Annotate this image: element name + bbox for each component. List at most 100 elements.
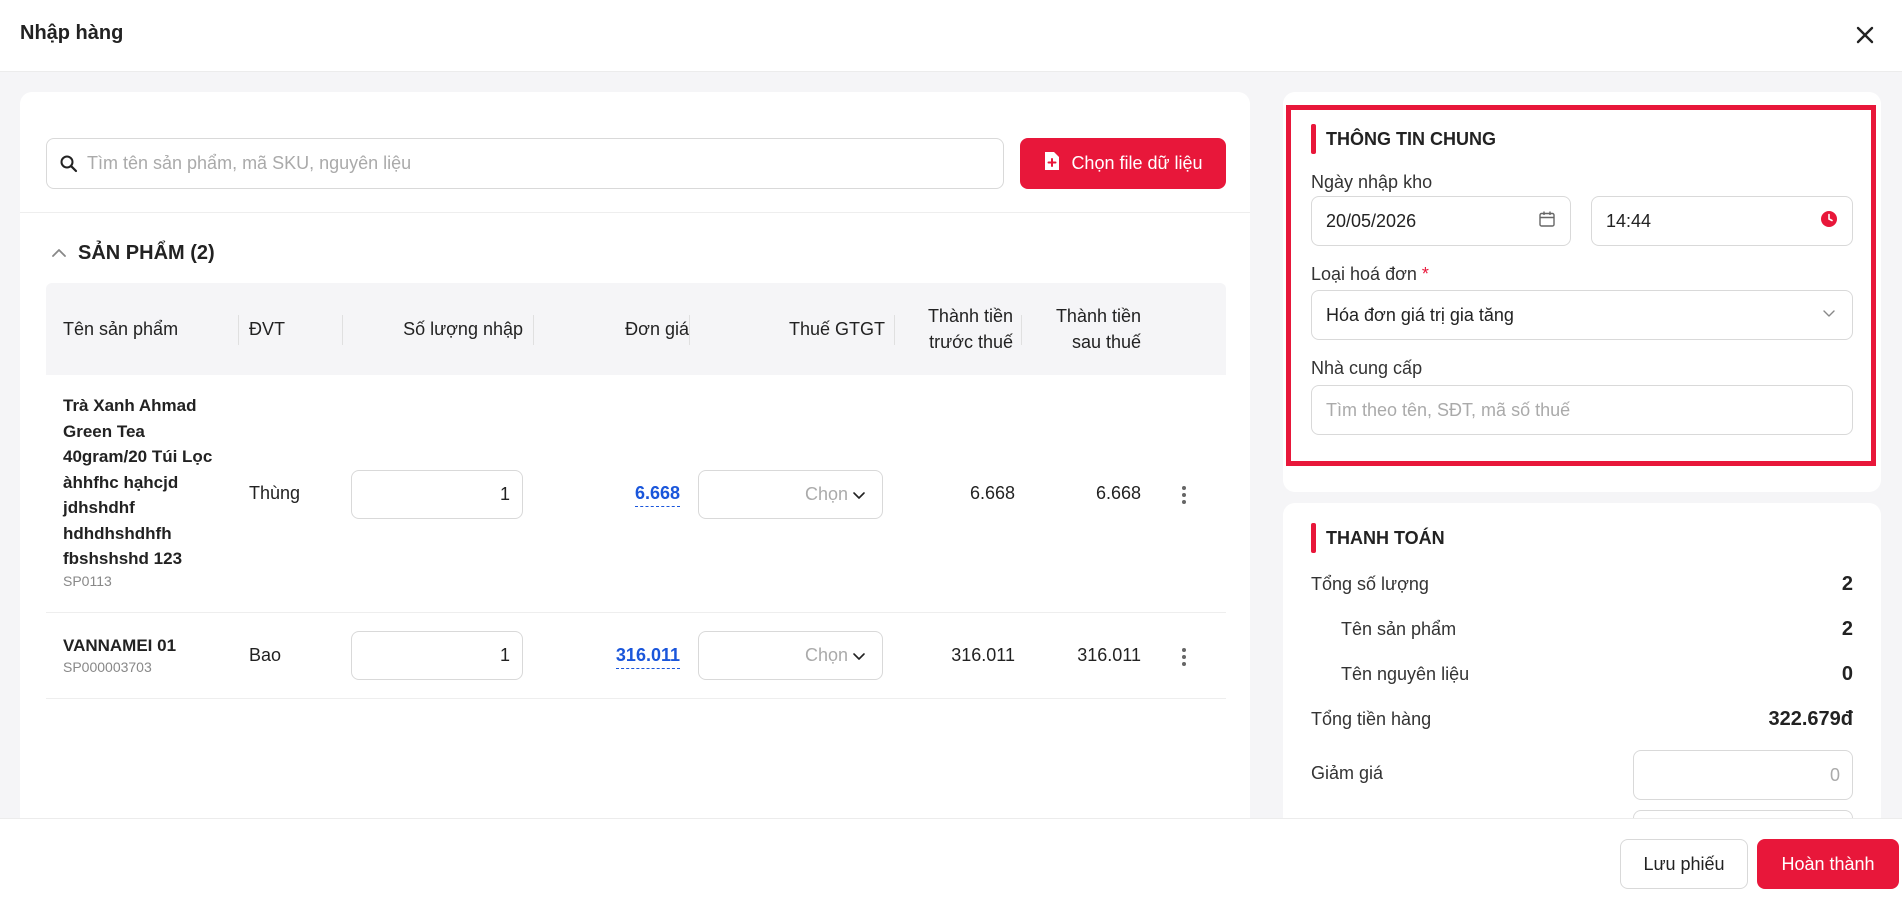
products-panel: Chọn file dữ liệu SẢN PHẨM (2) Tên sản p… [20, 92, 1250, 818]
accent-bar [1311, 124, 1316, 154]
amount-post-tax: 6.668 [1095, 483, 1141, 503]
chevron-down-icon [852, 484, 866, 505]
next-field[interactable] [1633, 810, 1853, 818]
col-header-name: Tên sản phẩm [63, 319, 179, 339]
tax-select[interactable]: Chọn [698, 631, 883, 680]
choose-file-button[interactable]: Chọn file dữ liệu [1020, 138, 1226, 189]
product-count-row: Tên sản phẩm 2 [1341, 618, 1853, 641]
chevron-down-icon [852, 645, 866, 666]
supplier-label: Nhà cung cấp [1311, 358, 1423, 378]
save-draft-button[interactable]: Lưu phiếu [1620, 839, 1748, 889]
col-header-pre-tax: Thành tiền trước thuế [896, 283, 1013, 375]
amount-pre-tax: 6.668 [969, 483, 1015, 503]
total-amount-value: 322.679đ [1768, 708, 1853, 730]
material-count-value: 0 [1841, 663, 1853, 685]
complete-button[interactable]: Hoàn thành [1757, 839, 1899, 889]
search-icon [59, 154, 79, 174]
total-amount-row: Tổng tiền hàng 322.679đ [1311, 708, 1853, 731]
product-name: Trà Xanh Ahmad Green Tea 40gram/20 Túi L… [63, 396, 213, 568]
more-vertical-icon[interactable] [1181, 485, 1187, 505]
tax-select-value: Chọn [804, 645, 848, 665]
product-count-label: Tên sản phẩm [1341, 619, 1457, 639]
post-tax-line2: sau thuế [1071, 332, 1141, 352]
general-info-card: THÔNG TIN CHUNG Ngày nhập kho 20/05/2026… [1283, 92, 1881, 492]
col-header-qty: Số lượng nhập [403, 319, 523, 339]
col-separator [238, 315, 239, 345]
invoice-type-label-text: Loại hoá đơn [1311, 264, 1417, 284]
payment-title: THANH TOÁN [1326, 527, 1445, 548]
total-qty-value: 2 [1841, 573, 1853, 595]
total-amount-label: Tổng tiền hàng [1311, 709, 1432, 729]
search-input[interactable] [87, 139, 987, 188]
table-row: VANNAMEI 01 SP000003703 Bao 1 316.011 Ch… [46, 613, 1226, 699]
invoice-type-value: Hóa đơn giá trị gia tăng [1326, 304, 1514, 325]
col-separator [342, 315, 343, 345]
clock-icon [1820, 210, 1838, 233]
col-header-post-tax: Thành tiền sau thuế [1024, 283, 1141, 375]
chevron-down-icon [1820, 304, 1838, 327]
modal-content: Chọn file dữ liệu SẢN PHẨM (2) Tên sản p… [0, 72, 1902, 818]
tax-select-value: Chọn [804, 484, 848, 504]
col-header-unit: ĐVT [249, 319, 285, 339]
date-label: Ngày nhập kho [1311, 172, 1433, 192]
col-separator [894, 315, 895, 345]
qty-input[interactable]: 1 [351, 631, 523, 680]
table-row: Trà Xanh Ahmad Green Tea 40gram/20 Túi L… [46, 375, 1226, 613]
general-info-heading: THÔNG TIN CHUNG [1311, 124, 1496, 154]
accent-bar [1311, 523, 1316, 553]
calendar-icon [1538, 210, 1556, 233]
qty-input[interactable]: 1 [351, 470, 523, 519]
time-picker[interactable]: 14:44 [1591, 196, 1853, 246]
file-plus-icon [1043, 151, 1061, 176]
page-title: Nhập hàng [20, 22, 124, 44]
general-info-title: THÔNG TIN CHUNG [1326, 128, 1496, 149]
product-unit: Thùng [249, 483, 301, 503]
col-header-price: Đơn giá [625, 319, 689, 339]
products-section-title: SẢN PHẨM (2) [78, 242, 215, 264]
col-header-tax: Thuế GTGT [788, 319, 885, 339]
invoice-type-label: Loại hoá đơn * [1311, 264, 1429, 285]
unit-price[interactable]: 316.011 [615, 645, 680, 669]
material-count-row: Tên nguyên liệu 0 [1341, 663, 1853, 686]
amount-post-tax: 316.011 [1077, 645, 1141, 665]
supplier-input[interactable]: Tìm theo tên, SĐT, mã số thuế [1311, 385, 1853, 435]
discount-input[interactable]: 0 [1633, 750, 1853, 800]
date-value: 20/05/2026 [1326, 210, 1417, 231]
pre-tax-line1: Thành tiền [927, 306, 1013, 326]
col-separator [689, 315, 690, 345]
chevron-up-icon [50, 242, 68, 265]
divider [20, 212, 1250, 213]
col-separator [1021, 315, 1022, 345]
unit-price[interactable]: 6.668 [634, 483, 680, 507]
col-separator [533, 315, 534, 345]
modal-footer: Lưu phiếu Hoàn thành [0, 818, 1902, 902]
products-section-toggle[interactable]: SẢN PHẨM (2) [50, 242, 215, 265]
close-icon[interactable] [1850, 20, 1880, 50]
more-vertical-icon[interactable] [1181, 647, 1187, 667]
modal-header: Nhập hàng [0, 0, 1902, 72]
pre-tax-line2: trước thuế [929, 332, 1013, 352]
product-sku: SP0113 [63, 573, 112, 589]
invoice-type-select[interactable]: Hóa đơn giá trị gia tăng [1311, 290, 1853, 340]
material-count-label: Tên nguyên liệu [1341, 664, 1470, 684]
product-name: VANNAMEI 01 [63, 636, 177, 655]
discount-label: Giảm giá [1311, 763, 1384, 783]
tax-select[interactable]: Chọn [698, 470, 883, 519]
payment-heading: THANH TOÁN [1311, 523, 1445, 553]
product-count-value: 2 [1841, 618, 1853, 640]
products-table: Tên sản phẩm ĐVT Số lượng nhập Đơn giá T… [46, 283, 1226, 699]
total-qty-label: Tổng số lượng [1311, 574, 1429, 594]
product-search[interactable] [46, 138, 1004, 189]
choose-file-label: Chọn file dữ liệu [1071, 153, 1203, 173]
supplier-placeholder: Tìm theo tên, SĐT, mã số thuế [1326, 399, 1571, 420]
discount-value: 0 [1829, 764, 1840, 785]
date-picker[interactable]: 20/05/2026 [1311, 196, 1571, 246]
product-unit: Bao [249, 645, 282, 665]
amount-pre-tax: 316.011 [951, 645, 1015, 665]
payment-card: THANH TOÁN Tổng số lượng 2 Tên sản phẩm … [1283, 503, 1881, 818]
required-marker: * [1421, 264, 1429, 284]
total-qty-row: Tổng số lượng 2 [1311, 573, 1853, 596]
product-sku: SP000003703 [63, 659, 152, 675]
post-tax-line1: Thành tiền [1055, 306, 1141, 326]
info-panel: THÔNG TIN CHUNG Ngày nhập kho 20/05/2026… [1283, 92, 1881, 818]
